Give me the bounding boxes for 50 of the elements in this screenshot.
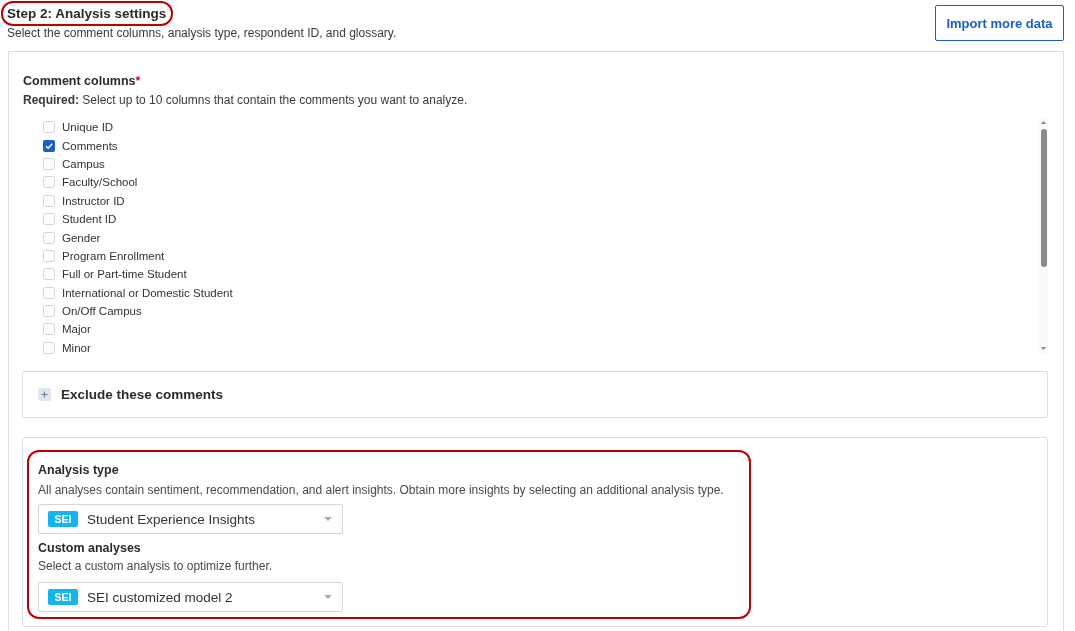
column-label[interactable]: Gender bbox=[62, 230, 101, 245]
column-label[interactable]: Program Enrollment bbox=[62, 248, 165, 263]
caret-icon bbox=[324, 595, 332, 599]
checkbox[interactable] bbox=[43, 231, 55, 244]
scrollbar-thumb[interactable] bbox=[1040, 129, 1047, 267]
plus-icon[interactable] bbox=[38, 388, 51, 401]
checkbox[interactable] bbox=[43, 157, 55, 170]
field-description: Select a custom analysis to optimize further. bbox=[38, 558, 273, 574]
checkbox[interactable] bbox=[43, 213, 55, 226]
checkbox[interactable] bbox=[43, 176, 55, 189]
column-label[interactable]: Unique ID bbox=[62, 120, 114, 135]
checkbox[interactable] bbox=[43, 194, 55, 207]
import-data-button[interactable]: Import more data bbox=[935, 5, 1064, 41]
checkbox[interactable] bbox=[43, 268, 55, 281]
scrollbar[interactable] bbox=[1039, 118, 1048, 354]
column-label[interactable]: Campus bbox=[62, 156, 105, 171]
field-label: Custom analyses bbox=[38, 540, 141, 556]
model-tag: SEI bbox=[48, 511, 78, 527]
checkbox[interactable] bbox=[43, 341, 55, 354]
page-subtitle: Select the comment columns, analysis type, respondent ID, and glossary. bbox=[6, 26, 397, 40]
field-description: All analyses contain sentiment, recommendation, and alert insights. Obtain more insights by selecting an additional analysis type. bbox=[38, 482, 724, 498]
caret-icon bbox=[324, 517, 332, 521]
checkbox[interactable] bbox=[43, 249, 55, 262]
page-title: Step 2: Analysis settings bbox=[1, 1, 174, 26]
field-label: Analysis type bbox=[38, 462, 119, 478]
select-dropdown[interactable]: SEI SEI customized model 2 bbox=[38, 582, 343, 612]
checkbox[interactable] bbox=[43, 139, 55, 152]
column-label[interactable]: On/Off Campus bbox=[62, 304, 142, 319]
checkbox[interactable] bbox=[43, 286, 55, 299]
checkbox[interactable] bbox=[43, 323, 55, 336]
column-label[interactable]: International or Domestic Student bbox=[62, 285, 233, 300]
arrow-up-icon[interactable] bbox=[1041, 121, 1046, 124]
field-label: Comment columns bbox=[23, 73, 136, 89]
select-dropdown[interactable]: SEI Student Experience Insights bbox=[38, 504, 343, 534]
section-title[interactable]: Exclude these comments bbox=[61, 387, 224, 402]
required-asterisk: * bbox=[135, 73, 141, 89]
checkbox[interactable] bbox=[43, 121, 55, 134]
required-hint: Required: Select up to 10 columns that contain the comments you want to analyze. bbox=[23, 92, 469, 108]
column-label[interactable]: Major bbox=[62, 322, 91, 337]
arrow-down-icon[interactable] bbox=[1041, 347, 1046, 350]
model-tag: SEI bbox=[48, 589, 78, 605]
column-label[interactable]: Instructor ID bbox=[62, 193, 125, 208]
selected-value: Student Experience Insights bbox=[87, 511, 257, 527]
checkbox[interactable] bbox=[43, 305, 55, 318]
column-label[interactable]: Minor bbox=[62, 340, 91, 354]
column-label[interactable]: Full or Part-time Student bbox=[62, 267, 187, 282]
column-label[interactable]: Faculty/School bbox=[62, 175, 138, 190]
column-label[interactable]: Comments bbox=[62, 138, 118, 153]
selected-value: SEI customized model 2 bbox=[87, 589, 234, 605]
column-label[interactable]: Student ID bbox=[62, 212, 117, 227]
